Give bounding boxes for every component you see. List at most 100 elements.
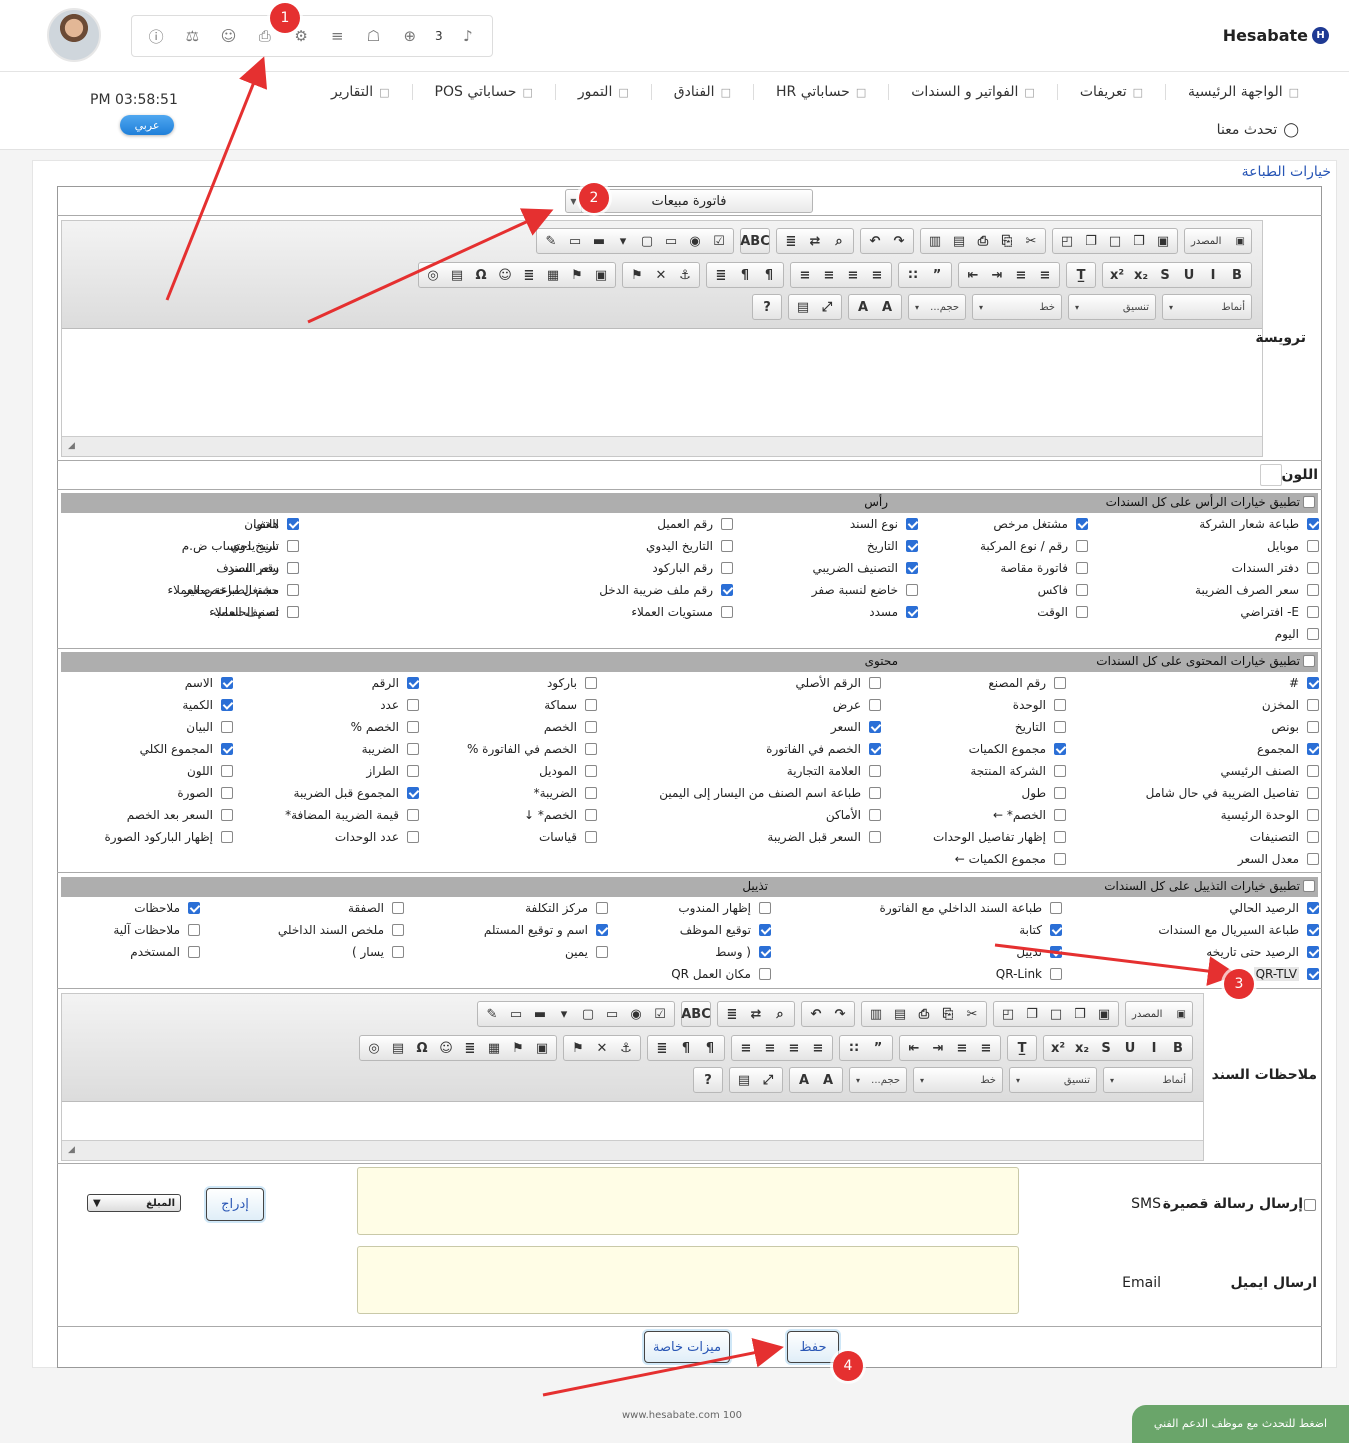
toolbar-button-icon[interactable]: ✕ xyxy=(591,1038,613,1058)
option-checkbox[interactable] xyxy=(721,606,733,618)
option-checkbox[interactable] xyxy=(906,606,918,618)
option-item[interactable]: تذييل xyxy=(1016,943,1062,961)
option-item[interactable]: فاتورة مقاصة xyxy=(1000,559,1088,577)
toolbar-button-icon[interactable]: ≡ xyxy=(842,265,864,285)
nav-pos[interactable]: □ حساباتي POS xyxy=(411,84,555,100)
option-checkbox[interactable] xyxy=(407,721,419,733)
toolbar-button-icon[interactable]: ↷ xyxy=(888,231,910,251)
option-item[interactable]: ( وسط xyxy=(715,943,771,961)
option-item[interactable]: الخصم* ↓ xyxy=(524,806,597,824)
toolbar-button-icon[interactable]: ✂ xyxy=(1020,231,1042,251)
option-checkbox[interactable] xyxy=(1307,540,1319,552)
toolbar-button-icon[interactable]: ▤ xyxy=(446,265,468,285)
option-checkbox[interactable] xyxy=(585,699,597,711)
toolbar-button-icon[interactable]: ▥ xyxy=(924,231,946,251)
apply-header-all-checkbox[interactable] xyxy=(1303,496,1315,508)
option-checkbox[interactable] xyxy=(407,699,419,711)
toolbar-button-icon[interactable]: ⚑ xyxy=(566,265,588,285)
option-item[interactable]: الوحدة xyxy=(1013,696,1066,714)
option-checkbox[interactable] xyxy=(287,562,299,574)
option-checkbox[interactable] xyxy=(221,677,233,689)
option-item[interactable]: الصنف الرئيسي xyxy=(1220,762,1319,780)
option-checkbox[interactable] xyxy=(585,787,597,799)
toolbar-button-icon[interactable]: ◉ xyxy=(625,1004,647,1024)
toolbar-styles-select[interactable]: أنماط ▾ xyxy=(1162,294,1252,320)
option-item[interactable]: عدد xyxy=(380,696,419,714)
option-item[interactable]: طباعة السند الداخلي مع الفاتورة xyxy=(880,899,1062,917)
toolbar-button-icon[interactable]: ⚑ xyxy=(626,265,648,285)
option-checkbox[interactable] xyxy=(287,606,299,618)
option-item[interactable]: اسم الحساب xyxy=(213,603,299,621)
option-checkbox[interactable] xyxy=(1076,584,1088,596)
notes-editor-body[interactable] xyxy=(62,1102,1203,1140)
toolbar-button-icon[interactable]: ≣ xyxy=(459,1038,481,1058)
option-item[interactable]: توقيع الموظف xyxy=(680,921,771,939)
toolbar-button-icon[interactable]: ✕ xyxy=(650,265,672,285)
option-checkbox[interactable] xyxy=(1307,606,1319,618)
option-checkbox[interactable] xyxy=(1307,584,1319,596)
option-item[interactable]: مجموع الكميات ← xyxy=(955,850,1066,868)
option-checkbox[interactable] xyxy=(869,743,881,755)
option-checkbox[interactable] xyxy=(221,809,233,821)
sms-checkbox[interactable] xyxy=(1304,1199,1316,1211)
option-item[interactable]: نوع السند xyxy=(850,515,918,533)
toolbar-size-select[interactable]: حجم... ▾ xyxy=(849,1067,907,1093)
toolbar-button-icon[interactable]: ▭ xyxy=(660,231,682,251)
option-checkbox[interactable] xyxy=(596,924,608,936)
option-item[interactable]: سعر الصرف xyxy=(216,559,299,577)
option-item[interactable]: دفتر السندات xyxy=(1232,559,1319,577)
option-checkbox[interactable] xyxy=(1307,518,1319,530)
option-checkbox[interactable] xyxy=(1307,765,1319,777)
email-textarea[interactable] xyxy=(357,1246,1019,1314)
option-item[interactable]: البيان xyxy=(186,718,233,736)
toolbar-button-icon[interactable]: ▭ xyxy=(564,231,586,251)
option-item[interactable]: ملاحظات آلية xyxy=(113,921,200,939)
option-item[interactable]: إظهار تفاصيل الوحدات xyxy=(933,828,1066,846)
toolbar-button-icon[interactable]: ▤ xyxy=(889,1004,911,1024)
toolbar-button-icon[interactable]: ¶ xyxy=(758,265,780,285)
toolbar-button-icon[interactable]: ▦ xyxy=(483,1038,505,1058)
option-checkbox[interactable] xyxy=(1307,743,1319,755)
option-checkbox[interactable] xyxy=(1307,924,1319,936)
option-item[interactable]: الرقم الأصلي xyxy=(796,674,881,692)
toolbar-button-icon[interactable]: U xyxy=(1119,1038,1141,1058)
option-checkbox[interactable] xyxy=(221,765,233,777)
toolbar-button-icon[interactable]: ▥ xyxy=(865,1004,887,1024)
nav-hr[interactable]: □ حساباتي HR xyxy=(752,84,888,100)
option-checkbox[interactable] xyxy=(1050,968,1062,980)
toolbar-button-icon[interactable]: ▬ xyxy=(588,231,610,251)
option-checkbox[interactable] xyxy=(407,677,419,689)
language-badge[interactable]: عربي xyxy=(120,115,174,135)
option-checkbox[interactable] xyxy=(1054,677,1066,689)
toolbar-button-icon[interactable]: ≡ xyxy=(735,1038,757,1058)
option-item[interactable]: معدل السعر xyxy=(1238,850,1319,868)
toolbar-button-icon[interactable]: ⎙ xyxy=(913,1004,935,1024)
option-checkbox[interactable] xyxy=(585,831,597,843)
option-checkbox[interactable] xyxy=(1054,831,1066,843)
editor-resize-handle[interactable]: ◢ xyxy=(62,436,1262,456)
option-item[interactable]: التاريخ xyxy=(1015,718,1066,736)
option-item[interactable]: طباعة السيريال مع السندات xyxy=(1158,921,1319,939)
option-item[interactable]: خاضع لنسبة صفر xyxy=(812,581,918,599)
option-item[interactable]: مشتغل مرخص xyxy=(993,515,1088,533)
option-item[interactable]: المجموع الكلي xyxy=(140,740,233,758)
apply-content-all-checkbox[interactable] xyxy=(1303,655,1315,667)
nav-home[interactable]: □ الواجهة الرئيسية xyxy=(1165,84,1321,100)
insert-button[interactable]: إدراج xyxy=(206,1188,264,1221)
brand-logo[interactable]: Hesabate H xyxy=(1223,26,1329,45)
toolbar-button-icon[interactable]: □ xyxy=(1045,1004,1067,1024)
option-checkbox[interactable] xyxy=(1054,809,1066,821)
toolbar-button-icon[interactable]: ❐ xyxy=(1080,231,1102,251)
option-checkbox[interactable] xyxy=(906,562,918,574)
toolbar-button-icon[interactable]: Ω xyxy=(470,265,492,285)
option-checkbox[interactable] xyxy=(585,677,597,689)
toolbar-button-icon[interactable]: ◎ xyxy=(422,265,444,285)
option-checkbox[interactable] xyxy=(869,721,881,733)
save-button[interactable]: حفظ xyxy=(787,1331,839,1363)
option-item[interactable]: التصنيف الضريبي xyxy=(813,559,918,577)
option-item[interactable]: العلامة التجارية xyxy=(787,762,881,780)
option-checkbox[interactable] xyxy=(759,902,771,914)
toolbar-format-select[interactable]: تنسيق ▾ xyxy=(1009,1067,1097,1093)
option-checkbox[interactable] xyxy=(721,518,733,530)
toolbar-styles-select[interactable]: أنماط ▾ xyxy=(1103,1067,1193,1093)
